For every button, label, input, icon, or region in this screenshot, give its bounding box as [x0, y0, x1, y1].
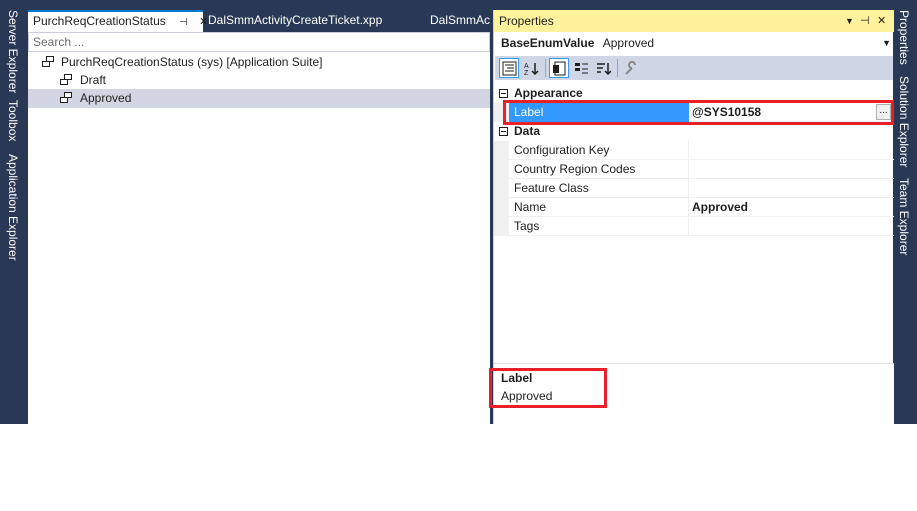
dropdown-icon[interactable]: ▼ [845, 10, 854, 32]
property-row-feature-class[interactable]: Feature Class [494, 179, 894, 198]
property-row-country-region-codes[interactable]: Country Region Codes [494, 160, 894, 179]
property-name: Name [509, 198, 689, 217]
close-icon[interactable]: ✕ [877, 10, 886, 32]
properties-tab[interactable]: Properties [897, 10, 911, 65]
toolbox-tab[interactable]: Toolbox [6, 100, 20, 141]
category-data[interactable]: Data [494, 122, 894, 141]
row-gutter [494, 198, 509, 217]
property-value[interactable]: Approved [689, 198, 894, 217]
ellipsis-button[interactable]: ... [876, 104, 891, 120]
document-tab-strip: PurchReqCreationStatus ⊣ ✕ DalSmmActivit… [28, 10, 490, 32]
tree-node-label: Approved [80, 91, 132, 105]
tree-node-label: PurchReqCreationStatus (sys) [Applicatio… [61, 55, 323, 69]
tree-node-root[interactable]: PurchReqCreationStatus (sys) [Applicatio… [28, 53, 490, 72]
events-icon[interactable] [571, 58, 591, 78]
tab-label: DalSmmActivityCreateTicket.xpp [208, 13, 383, 27]
property-value[interactable] [689, 179, 894, 198]
property-value[interactable] [689, 160, 894, 179]
tree-node-draft[interactable]: Draft [28, 71, 490, 90]
row-gutter [494, 179, 509, 198]
property-value: @SYS10158 [692, 105, 762, 119]
properties-icon[interactable] [549, 58, 569, 78]
property-name: Feature Class [509, 179, 689, 198]
team-explorer-tab[interactable]: Team Explorer [897, 178, 911, 255]
property-value-input[interactable]: @SYS10158 ... [689, 103, 894, 122]
description-text: Approved [501, 389, 553, 403]
server-explorer-tab[interactable]: Server Explorer [6, 10, 20, 93]
property-row-configuration-key[interactable]: Configuration Key [494, 141, 894, 160]
property-name: Tags [509, 217, 689, 236]
svg-text:A: A [524, 63, 529, 70]
property-description-pane: Label Approved [494, 363, 894, 424]
property-row-tags[interactable]: Tags [494, 217, 894, 236]
enum-value-icon [60, 74, 73, 86]
tab-label: DalSmmActivityCreateTicket [430, 13, 490, 27]
object-type: BaseEnumValue [501, 36, 595, 50]
object-selector[interactable]: BaseEnumValue Approved ▼ [494, 32, 894, 54]
properties-title: Properties [499, 14, 554, 28]
tab-dalsmmactivitycreateticket[interactable]: DalSmmActivityCreateTicket [425, 10, 490, 32]
left-toolwindow-bar: Server Explorer Toolbox Application Expl… [0, 0, 28, 424]
tab-dalsmmactivitycreateticket-xpp[interactable]: DalSmmActivityCreateTicket.xpp [203, 10, 423, 32]
categorized-icon[interactable] [499, 58, 519, 78]
category-label: Data [514, 124, 541, 138]
tree-node-label: Draft [80, 73, 107, 87]
collapse-icon[interactable] [499, 89, 508, 98]
properties-window: Properties ▼ ⊣ ✕ BaseEnumValue Approved … [493, 10, 894, 424]
properties-title-bar: Properties ▼ ⊣ ✕ [494, 10, 894, 32]
alphabetical-icon[interactable]: AZ [521, 58, 541, 78]
description-title: Label [501, 371, 533, 385]
row-gutter [494, 160, 509, 179]
pin-icon[interactable]: ⊣ [860, 10, 870, 32]
right-toolwindow-bar: Properties Solution Explorer Team Explor… [893, 0, 917, 424]
property-pages-icon[interactable] [621, 58, 641, 78]
row-gutter [494, 103, 509, 122]
property-name: Configuration Key [509, 141, 689, 160]
chevron-down-icon[interactable]: ▼ [882, 32, 891, 54]
application-explorer-tab[interactable]: Application Explorer [6, 154, 20, 261]
collapse-icon[interactable] [499, 127, 508, 136]
pin-icon[interactable]: ⊣ [179, 13, 188, 32]
property-value[interactable] [689, 141, 894, 160]
tab-label: PurchReqCreationStatus [33, 14, 166, 28]
row-gutter [494, 217, 509, 236]
object-name: Approved [602, 36, 655, 50]
property-value[interactable] [689, 217, 894, 236]
sort-icon[interactable] [593, 58, 613, 78]
property-row-label[interactable]: Label @SYS10158 ... [494, 103, 894, 122]
property-name: Country Region Codes [509, 160, 689, 179]
properties-toolbar: AZ [495, 56, 893, 80]
enum-value-icon [60, 92, 73, 104]
property-name: Label [509, 103, 689, 122]
row-gutter [494, 141, 509, 160]
enum-icon [42, 56, 55, 68]
category-label: Appearance [514, 86, 583, 100]
svg-text:Z: Z [524, 70, 529, 76]
solution-explorer-tab[interactable]: Solution Explorer [897, 76, 911, 167]
property-row-name[interactable]: Name Approved [494, 198, 894, 217]
category-appearance[interactable]: Appearance [494, 84, 894, 103]
tree-node-approved[interactable]: Approved [28, 89, 490, 108]
tab-purchreqcreationstatus[interactable]: PurchReqCreationStatus ⊣ ✕ [28, 10, 208, 32]
search-input[interactable]: Search ... [28, 32, 490, 52]
enum-designer: Search ... PurchReqCreationStatus (sys) … [28, 32, 490, 424]
